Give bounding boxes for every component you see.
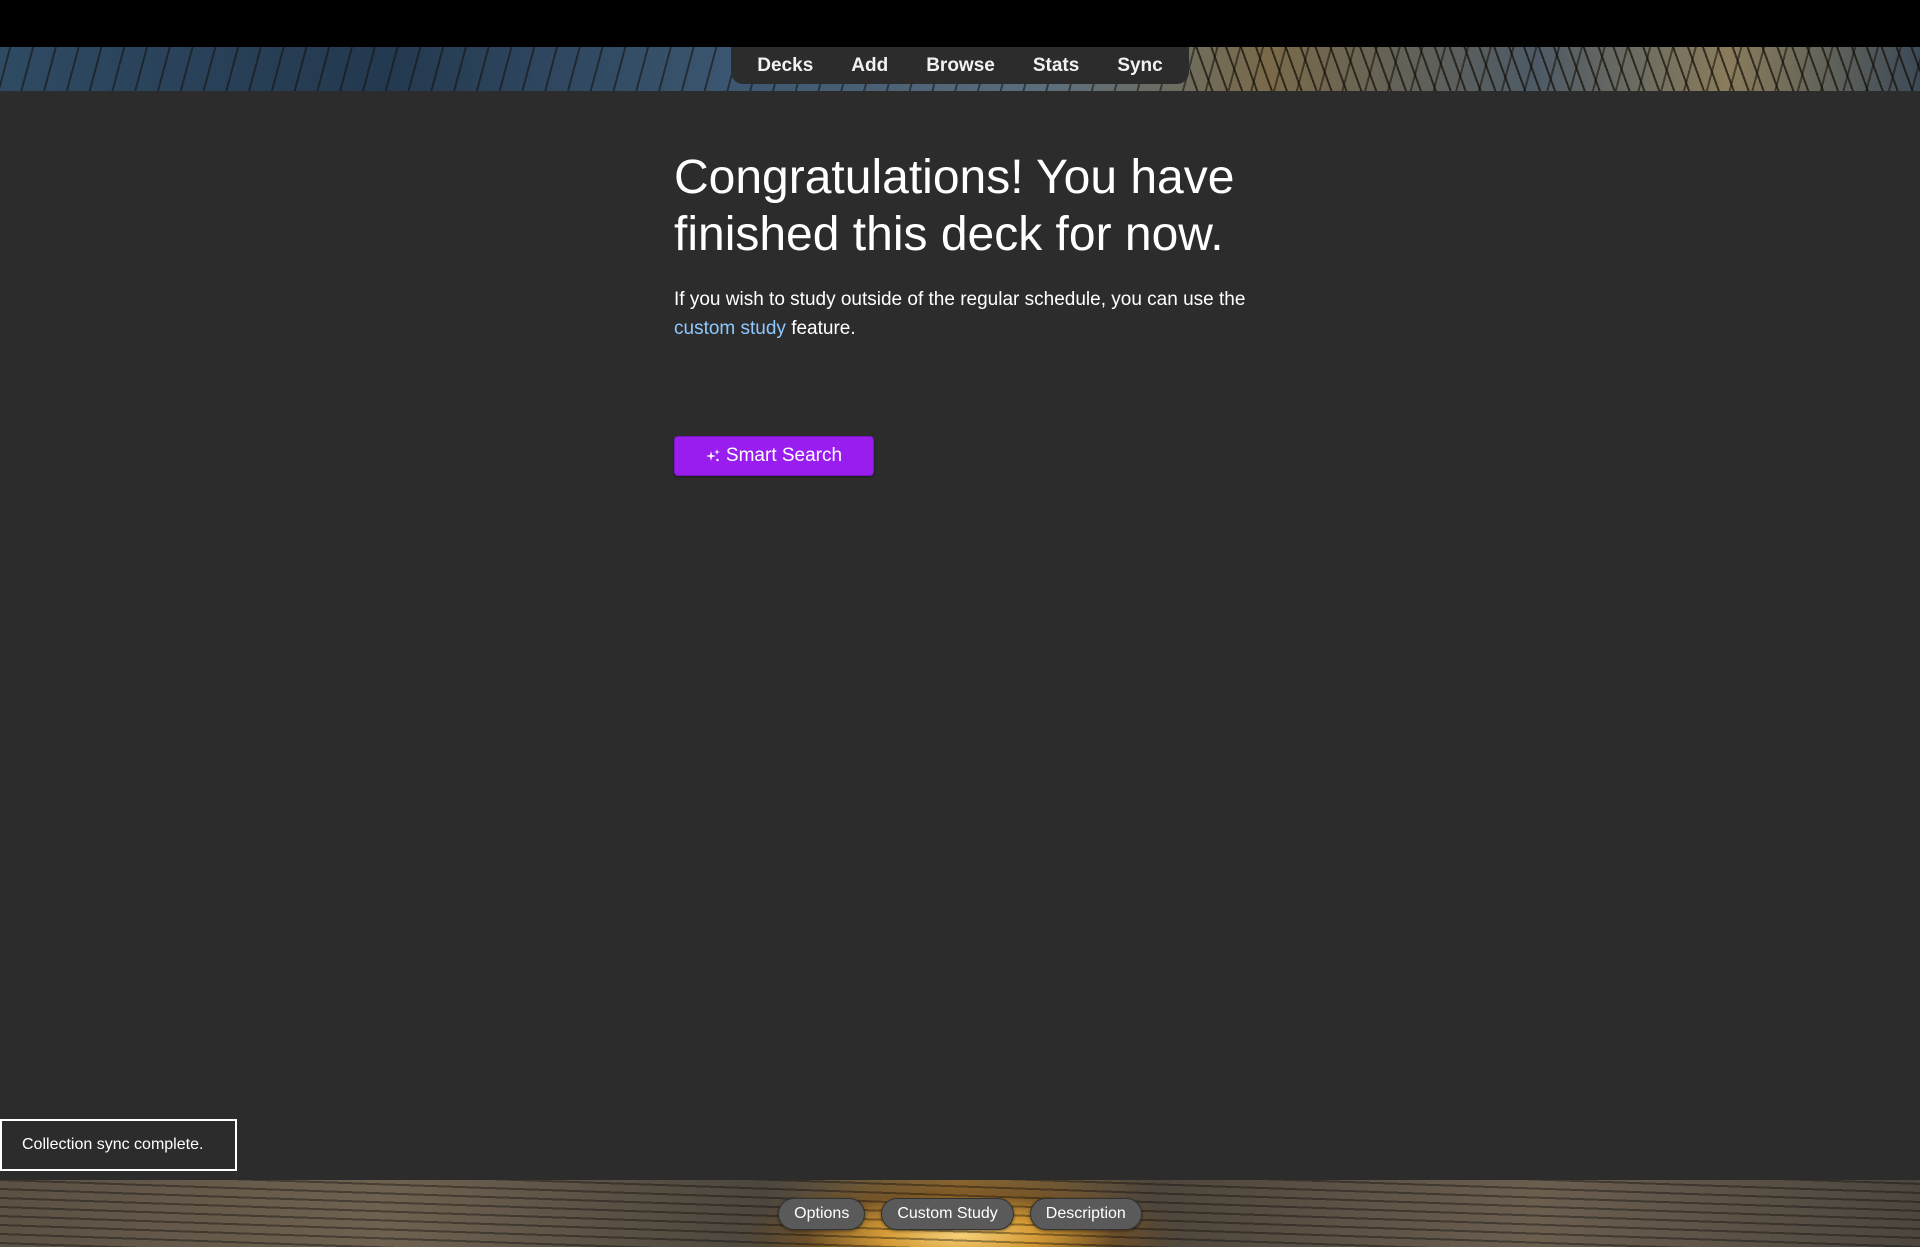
options-button[interactable]: Options xyxy=(778,1197,866,1230)
toolbar-add[interactable]: Add xyxy=(832,55,907,77)
toolbar-browse[interactable]: Browse xyxy=(907,55,1014,77)
toolbar-stats[interactable]: Stats xyxy=(1014,55,1098,77)
sync-toast: Collection sync complete. xyxy=(0,1119,237,1171)
description-button[interactable]: Description xyxy=(1029,1197,1142,1230)
smart-search-button[interactable]: Smart Search xyxy=(674,436,874,476)
hint-text-after: feature. xyxy=(785,318,856,339)
hint-text-before: If you wish to study outside of the regu… xyxy=(674,289,1246,310)
bottom-bar: Options Custom Study Description xyxy=(0,1180,1920,1247)
toolbar-sync[interactable]: Sync xyxy=(1098,55,1181,77)
custom-study-button[interactable]: Custom Study xyxy=(881,1197,1014,1230)
toolbar-decks[interactable]: Decks xyxy=(738,55,832,77)
window-titlebar xyxy=(0,0,1920,47)
main-content-area: Congratulations! You have finished this … xyxy=(0,91,1920,1180)
smart-search-label: Smart Search xyxy=(725,445,843,466)
custom-study-hint: If you wish to study outside of the regu… xyxy=(674,285,1274,343)
sparkle-icon xyxy=(705,449,720,463)
sync-toast-message: Collection sync complete. xyxy=(22,1136,204,1153)
congrats-panel: Congratulations! You have finished this … xyxy=(674,149,1274,476)
congrats-heading: Congratulations! You have finished this … xyxy=(674,151,1235,261)
main-toolbar: Decks Add Browse Stats Sync xyxy=(731,47,1189,84)
custom-study-link[interactable]: custom study xyxy=(674,318,786,339)
